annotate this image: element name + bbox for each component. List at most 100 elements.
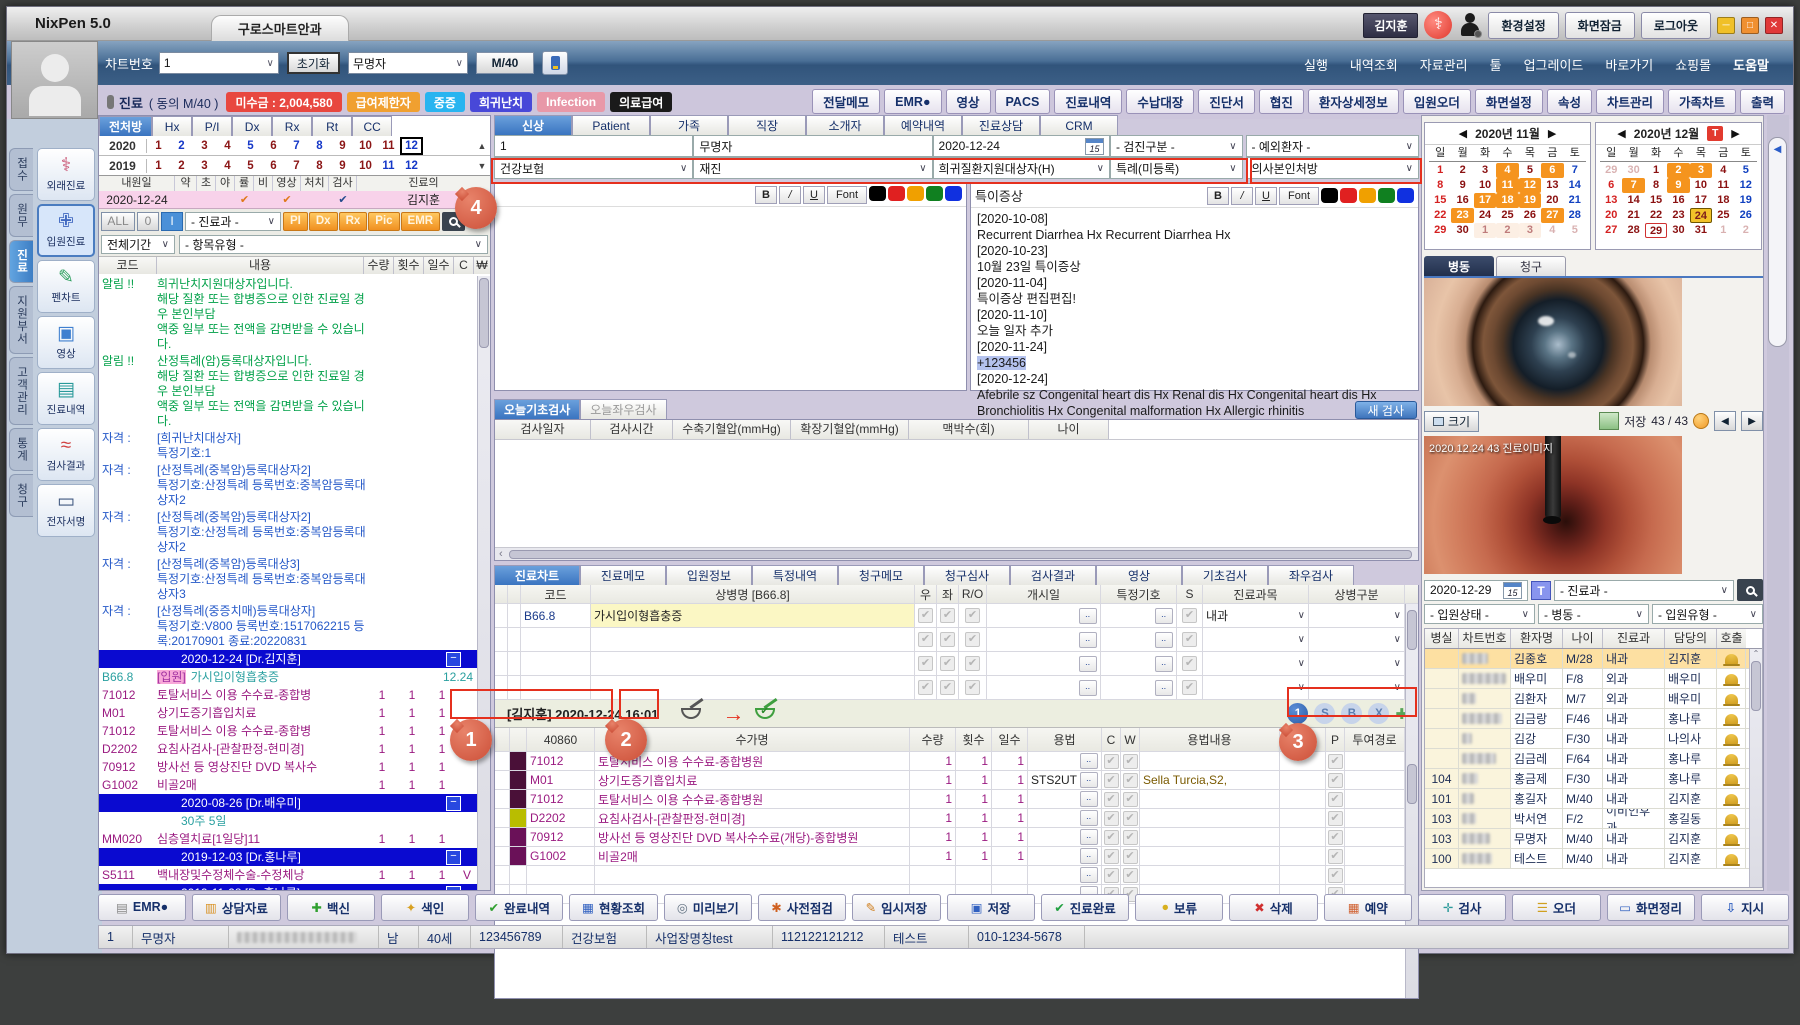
color-swatch[interactable] xyxy=(1378,188,1395,203)
module-tab[interactable]: 출력 xyxy=(1740,89,1785,114)
month-cell[interactable]: 7 xyxy=(285,137,308,155)
history-row[interactable]: 2020-12-24 [Dr.김지훈] xyxy=(99,650,477,668)
history-tab[interactable]: Rx xyxy=(272,116,312,136)
sidebar-group-tab[interactable]: 진료 xyxy=(9,240,33,283)
history-row[interactable]: 2019-12-03 [Dr.홍나루] xyxy=(99,848,477,866)
menu-item[interactable]: 툴 xyxy=(1490,55,1502,74)
history-scrollbar[interactable] xyxy=(477,276,490,890)
col-call[interactable]: 호출 xyxy=(1717,629,1746,648)
mortar-icon[interactable] xyxy=(681,708,701,719)
image-save-icon[interactable] xyxy=(1599,412,1619,430)
bold-button[interactable]: B xyxy=(1207,187,1229,205)
item-type-select[interactable]: - 항목유형 -∨ xyxy=(179,235,488,254)
dx-col-special[interactable]: 특정기호 xyxy=(1101,585,1177,603)
filter-o-button[interactable]: 0 xyxy=(137,212,159,231)
patient-info-tab[interactable]: 소개자 xyxy=(806,115,884,135)
month-cell[interactable]: 5 xyxy=(239,137,262,155)
endoscopy-image[interactable]: 2020.12.24 43 진료이미지 xyxy=(1424,436,1682,574)
ward-tab[interactable]: 병동 xyxy=(1424,256,1494,276)
side-scrollbar[interactable]: ◀ xyxy=(1768,137,1787,347)
calendar-day[interactable]: 10 xyxy=(1690,178,1712,193)
patient-info-tab[interactable]: 신상 xyxy=(494,115,572,135)
department-select[interactable]: - 진료과 -∨ xyxy=(185,212,281,231)
prescription-row[interactable]: G1002 비골2매 1 1 1 .. ✔ ✔ ✔ xyxy=(495,847,1418,866)
clinic-tab[interactable]: 구로스마트안과 xyxy=(211,15,349,41)
calendar-day[interactable]: 6 xyxy=(1541,163,1563,178)
collapse-panel-icon[interactable]: ◀ xyxy=(1769,144,1786,155)
checkbox-p[interactable]: ✔ xyxy=(1328,811,1343,826)
new-exam-button[interactable]: 새 검사 xyxy=(1355,401,1417,419)
calendar-day[interactable]: 5 xyxy=(1564,223,1586,238)
color-swatch[interactable] xyxy=(907,186,924,201)
dx-col-class[interactable]: 상병구분 xyxy=(1309,585,1405,603)
month-cell[interactable]: 1 xyxy=(147,157,170,175)
menu-item[interactable]: 도움말 xyxy=(1733,55,1769,74)
calendar-day[interactable]: 27 xyxy=(1541,208,1563,223)
col-qty[interactable]: 수량 xyxy=(364,257,394,274)
toolbar-button[interactable]: ✔ 진료완료 xyxy=(1041,894,1129,921)
col-doctor[interactable]: 담당의 xyxy=(1665,629,1717,648)
period-select[interactable]: 전체기간∨ xyxy=(101,235,175,254)
visit-date-field[interactable]: 2020-12-2415 xyxy=(933,135,1110,157)
dx-col-s[interactable]: S xyxy=(1177,585,1203,603)
color-swatch[interactable] xyxy=(1340,188,1357,203)
next-month-icon[interactable]: ▶ xyxy=(1548,127,1556,140)
ward-select[interactable]: - 입원상태 -∨ xyxy=(1424,604,1535,624)
sidebar-item[interactable]: ✎ 펜차트 xyxy=(37,260,95,313)
ward-select[interactable]: - 입원유형 -∨ xyxy=(1652,604,1763,624)
symptoms-panel[interactable]: 특이증상 B / U Font [2020-10-08]Recurrent Di… xyxy=(970,183,1419,391)
month-cell[interactable]: 10 xyxy=(354,157,377,175)
patient-row[interactable]: 100 테스트 M/40 내과 김지훈 xyxy=(1425,849,1762,869)
filter-chip[interactable]: EMR xyxy=(401,212,441,231)
chart-tab[interactable]: 영상 xyxy=(1096,565,1182,585)
calendar-day[interactable]: 30 xyxy=(1667,223,1689,238)
minimize-button[interactable]: ─ xyxy=(1717,17,1735,34)
italic-button[interactable]: / xyxy=(1231,187,1253,205)
scroll-up-icon[interactable]: ▲ xyxy=(474,141,490,151)
menu-item[interactable]: 내역조회 xyxy=(1350,55,1398,74)
sidebar-item[interactable]: ⚕ 외래진료 xyxy=(37,148,95,201)
color-swatch[interactable] xyxy=(1397,188,1414,203)
calendar-day[interactable]: 2 xyxy=(1667,163,1689,178)
sidebar-group-tab[interactable]: 지원부서 xyxy=(9,286,33,354)
calendar-day[interactable]: 1 xyxy=(1429,163,1451,178)
month-cell[interactable]: 3 xyxy=(193,157,216,175)
sidebar-item[interactable]: ✙ 입원진료 xyxy=(37,204,95,257)
calendar-day[interactable]: 18 xyxy=(1496,193,1518,208)
ward-search-button[interactable] xyxy=(1737,579,1763,601)
ward-dept-select[interactable]: - 진료과 -∨ xyxy=(1554,580,1734,601)
chart-number-field[interactable]: 1 xyxy=(494,135,693,157)
toolbar-button[interactable]: ⇩ 지시 xyxy=(1701,894,1789,921)
module-tab[interactable]: 진단서 xyxy=(1198,89,1255,114)
user-settings-icon[interactable] xyxy=(1458,12,1482,38)
calendar-day[interactable]: 18 xyxy=(1712,193,1734,208)
rx-col-note[interactable]: 용법내용 xyxy=(1140,728,1280,751)
month-cell[interactable]: 9 xyxy=(331,137,354,155)
checkbox-s[interactable]: ✔ xyxy=(1182,608,1197,623)
year-label[interactable]: 2019 xyxy=(99,159,147,173)
patient-scrollbar[interactable]: ⌃ xyxy=(1749,649,1762,887)
size-button[interactable]: 크기 xyxy=(1424,411,1479,432)
prescription-row[interactable]: 70912 방사선 등 영상진단 DVD 복사수수료(개당)-종합병원 1 1 … xyxy=(495,828,1418,847)
color-swatch[interactable] xyxy=(1359,188,1376,203)
patient-info-tab[interactable]: 가족 xyxy=(650,115,728,135)
module-tab[interactable]: 차트관리 xyxy=(1596,89,1664,114)
col-room[interactable]: 병실 xyxy=(1425,629,1459,648)
special-code-button[interactable]: .. xyxy=(1155,608,1173,624)
checkbox-w[interactable]: ✔ xyxy=(1123,830,1138,845)
next-image-button[interactable]: ▶ xyxy=(1741,411,1763,431)
claim-tab[interactable]: 청구 xyxy=(1496,256,1566,276)
prev-month-icon[interactable]: ◀ xyxy=(1459,127,1467,140)
history-row[interactable]: 30주 5일 xyxy=(99,812,477,830)
calendar-day[interactable]: 25 xyxy=(1496,208,1518,223)
patient-info-tab[interactable]: 직장 xyxy=(728,115,806,135)
patient-info-tab[interactable]: 진료상담 xyxy=(962,115,1040,135)
chart-tab[interactable]: 좌우검사 xyxy=(1268,565,1354,585)
checkbox-p[interactable]: ✔ xyxy=(1328,830,1343,845)
color-swatch[interactable] xyxy=(888,186,905,201)
settings-button[interactable]: 환경설정 xyxy=(1488,12,1558,39)
patient-row[interactable]: 103 박서연 F/2 이비인후과 홍길동 xyxy=(1425,809,1762,829)
history-row[interactable]: S5111 백내장및수정체수술-수정체낭 1 1 1 V xyxy=(99,866,477,884)
calendar-day[interactable]: 11 xyxy=(1712,178,1734,193)
calendar-day[interactable]: 26 xyxy=(1735,208,1757,223)
